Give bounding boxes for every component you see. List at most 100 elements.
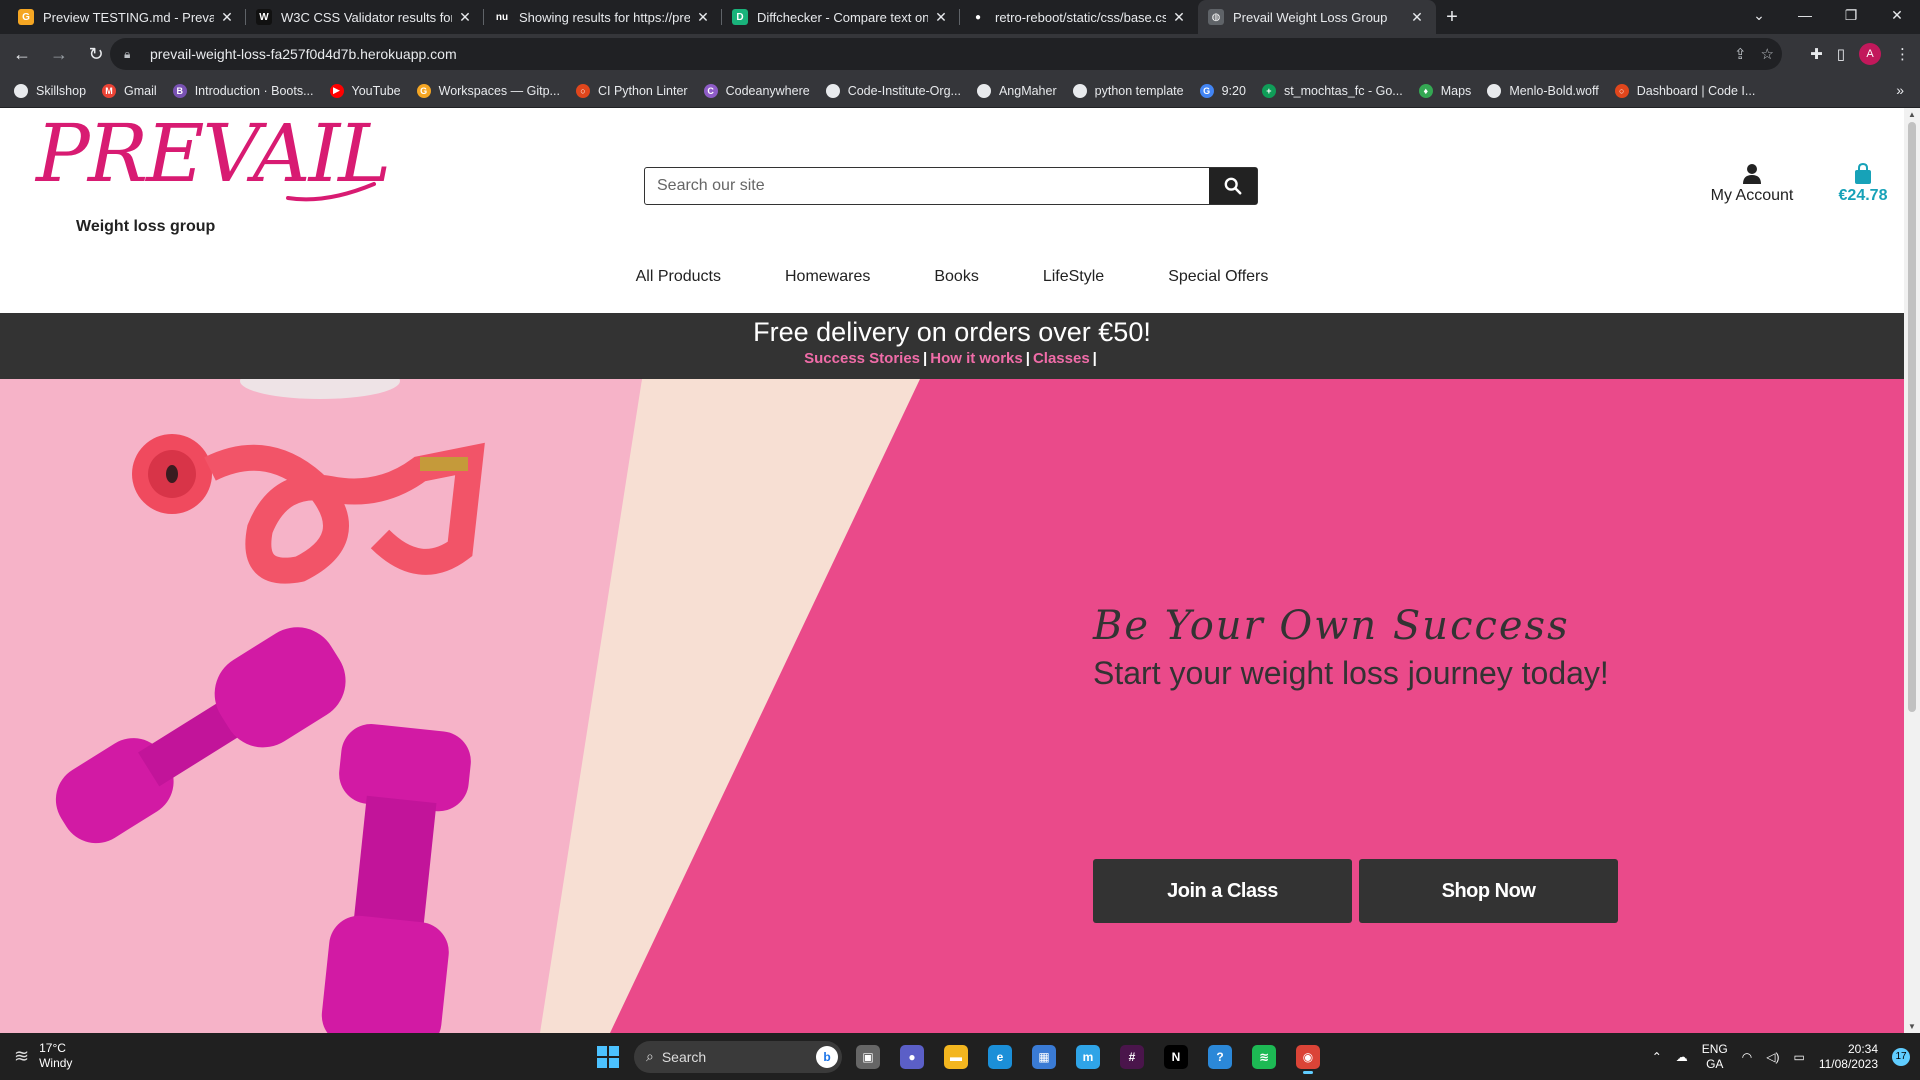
help-icon[interactable]: ?	[1202, 1039, 1238, 1075]
edge-icon[interactable]: e	[982, 1039, 1018, 1075]
close-tab-icon[interactable]: ✕	[1408, 9, 1426, 26]
start-button[interactable]	[590, 1039, 626, 1075]
nav-special-offers[interactable]: Special Offers	[1136, 268, 1300, 286]
close-tab-icon[interactable]: ✕	[694, 9, 712, 26]
shop-now-button[interactable]: Shop Now	[1359, 859, 1618, 923]
bookmark-item[interactable]: ▶ YouTube	[329, 83, 401, 98]
delivery-message: Free delivery on orders over €50!	[753, 317, 1151, 347]
banner-link-how-it-works[interactable]: How it works	[930, 350, 1023, 367]
clock[interactable]: 20:34 11/08/2023	[1819, 1042, 1878, 1072]
bookmark-item[interactable]: Code-Institute-Org...	[825, 83, 961, 98]
address-bar[interactable]: 🔒︎ prevail-weight-loss-fa257f0d4d7b.hero…	[110, 38, 1782, 70]
notification-badge[interactable]: 17	[1892, 1047, 1910, 1066]
task-view-icon[interactable]: ▣	[850, 1039, 886, 1075]
bing-icon[interactable]: b	[816, 1045, 838, 1068]
spotify-icon[interactable]: ≋	[1246, 1039, 1282, 1075]
site-logo[interactable]: PREVAIL Weight loss group	[36, 114, 391, 236]
bookmark-item[interactable]: M Gmail	[102, 83, 157, 98]
file-explorer-icon[interactable]: ▬	[938, 1039, 974, 1075]
bookmark-item[interactable]: Menlo-Bold.woff	[1487, 83, 1599, 98]
mdp-icon[interactable]: m	[1070, 1039, 1106, 1075]
my-account-link[interactable]: My Account	[1704, 163, 1800, 205]
lock-icon[interactable]: 🔒︎	[124, 47, 140, 62]
close-tab-icon[interactable]: ✕	[218, 9, 236, 26]
nav-lifestyle[interactable]: LifeStyle	[1011, 268, 1136, 286]
search-input[interactable]	[645, 168, 1209, 204]
hero-text: Be Your Own Success Start your weight lo…	[1093, 603, 1609, 692]
scroll-up-icon[interactable]: ▲	[1904, 110, 1920, 119]
bookmark-item[interactable]: ♦ Maps	[1418, 83, 1471, 98]
nav-books[interactable]: Books	[902, 268, 1010, 286]
bookmark-item[interactable]: B Introduction · Boots...	[172, 83, 314, 98]
wifi-icon[interactable]: ◠	[1742, 1050, 1752, 1064]
url-text[interactable]: prevail-weight-loss-fa257f0d4d7b.herokua…	[150, 46, 457, 62]
region-code: GA	[1706, 1056, 1724, 1071]
battery-icon[interactable]: ▭	[1793, 1050, 1804, 1064]
bookmarks-bar: Skillshop M Gmail B Introduction · Boots... ▶…	[0, 74, 1920, 108]
onedrive-icon[interactable]: ☁	[1676, 1050, 1688, 1064]
browser-tab[interactable]: ● retro-reboot/static/css/base.css a✕	[960, 0, 1198, 34]
codeanywhere-icon: C	[703, 83, 718, 98]
bookmark-item[interactable]: python template	[1072, 83, 1184, 98]
banner-link-classes[interactable]: Classes	[1033, 350, 1090, 367]
clock-time: 20:34	[1847, 1041, 1878, 1056]
language-indicator[interactable]: ENG GA	[1702, 1042, 1728, 1072]
hero-subheading: Start your weight loss journey today!	[1093, 655, 1609, 691]
browser-tab[interactable]: W W3C CSS Validator results for Tex✕	[246, 0, 484, 34]
back-button[interactable]: ←	[7, 39, 37, 69]
new-tab-button[interactable]: +	[1436, 0, 1468, 34]
profile-avatar[interactable]: A	[1859, 43, 1881, 65]
bookmark-item[interactable]: G 9:20	[1199, 83, 1246, 98]
shopping-bag-icon	[1855, 163, 1871, 184]
netflix-icon[interactable]: N	[1158, 1039, 1194, 1075]
close-tab-icon[interactable]: ✕	[932, 9, 950, 26]
bookmark-label: CI Python Linter	[597, 83, 688, 98]
banner-link-success-stories[interactable]: Success Stories	[804, 350, 920, 367]
store-icon[interactable]: ▦	[1026, 1039, 1062, 1075]
bookmark-item[interactable]: ○ CI Python Linter	[575, 83, 688, 98]
bookmark-label: Codeanywhere	[725, 83, 810, 98]
bookmark-item[interactable]: ○ Dashboard | Code I...	[1614, 83, 1755, 98]
show-hidden-icons-icon[interactable]: ⌃	[1652, 1050, 1662, 1064]
join-class-button[interactable]: Join a Class	[1093, 859, 1352, 923]
bookmark-item[interactable]: AngMaher	[976, 83, 1057, 98]
nav-homewares[interactable]: Homewares	[753, 268, 902, 286]
banner-links: Success Stories | How it works | Classes |	[804, 350, 1097, 367]
menu-kebab-icon[interactable]: ⋮	[1895, 45, 1910, 63]
sheets-icon: +	[1261, 83, 1276, 98]
volume-icon[interactable]: ◁)	[1766, 1050, 1779, 1064]
restore-button[interactable]: ❐	[1828, 0, 1874, 30]
browser-tab[interactable]: nu Showing results for https://preva ✕	[484, 0, 722, 34]
slack-icon[interactable]: #	[1114, 1039, 1150, 1075]
taskbar-search[interactable]: ⌕ Search b	[634, 1040, 842, 1073]
scroll-down-icon[interactable]: ▼	[1904, 1022, 1920, 1031]
browser-tab[interactable]: D Diffchecker - Compare text online✕	[722, 0, 960, 34]
browser-tab[interactable]: G Preview TESTING.md - Prevail-pp✕	[8, 0, 246, 34]
shopping-bag-link[interactable]: €24.78	[1830, 163, 1896, 205]
bookmarks-overflow-icon[interactable]: »	[1896, 82, 1904, 98]
bookmark-label: Menlo-Bold.woff	[1509, 83, 1599, 98]
bookmark-star-icon[interactable]: ☆	[1761, 45, 1774, 63]
browser-tab[interactable]: ◍ Prevail Weight Loss Group ✕	[1198, 0, 1436, 34]
side-panel-icon[interactable]: ▯	[1837, 45, 1845, 63]
nav-all-products[interactable]: All Products	[604, 268, 753, 286]
close-window-button[interactable]: ✕	[1874, 0, 1920, 30]
extensions-icon[interactable]: ✚	[1810, 45, 1823, 63]
close-tab-icon[interactable]: ✕	[1170, 9, 1188, 26]
bookmark-item[interactable]: C Codeanywhere	[703, 83, 810, 98]
reload-button[interactable]: ↻	[81, 39, 111, 69]
chrome-icon[interactable]: ◉	[1290, 1039, 1326, 1075]
minimize-button[interactable]: —	[1782, 0, 1828, 30]
tab-search-icon[interactable]: ⌄	[1736, 0, 1782, 30]
scrollbar-thumb[interactable]	[1908, 122, 1916, 712]
bookmark-item[interactable]: Skillshop	[14, 83, 86, 98]
page-scrollbar[interactable]: ▲ ▼	[1904, 108, 1920, 1033]
teams-chat-icon[interactable]: ●	[894, 1039, 930, 1075]
bookmark-item[interactable]: G Workspaces — Gitp...	[416, 83, 560, 98]
share-icon[interactable]: ⇪	[1734, 45, 1747, 63]
forward-button[interactable]: →	[44, 39, 74, 69]
bookmark-item[interactable]: + st_mochtas_fc - Go...	[1261, 83, 1403, 98]
weather-widget[interactable]: ≋ 17°C Windy	[14, 1041, 72, 1071]
close-tab-icon[interactable]: ✕	[456, 9, 474, 26]
search-button[interactable]	[1209, 168, 1257, 204]
